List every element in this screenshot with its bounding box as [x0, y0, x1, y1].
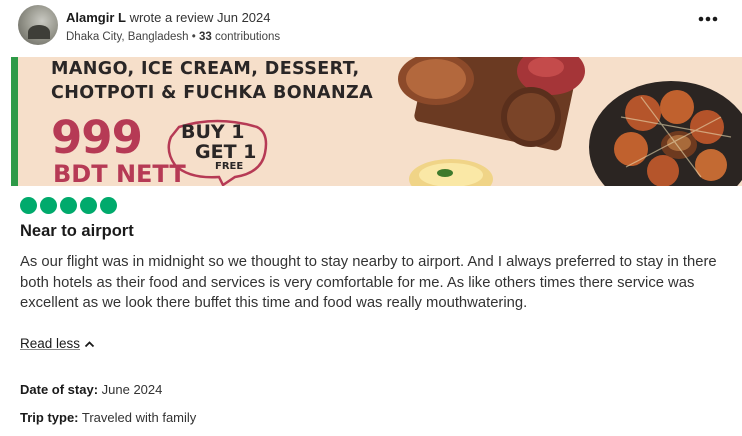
review-photo-banner[interactable]: MANGO, ICE CREAM, DESSERT, CHOTPOTI & FU… — [11, 57, 742, 186]
date-of-stay-value: June 2024 — [98, 382, 163, 397]
banner-headline: MANGO, ICE CREAM, DESSERT, CHOTPOTI & FU… — [51, 57, 373, 105]
bogo-line3: FREE — [215, 161, 244, 172]
date-of-stay-label: Date of stay: — [20, 382, 99, 397]
date-of-stay: Date of stay: June 2024 — [20, 382, 162, 397]
review-title: Near to airport — [20, 222, 134, 240]
reviewer-name-link[interactable]: Alamgir L — [66, 10, 126, 25]
banner-headline-line2: CHOTPOTI & FUCHKA BONANZA — [51, 83, 374, 103]
trip-type: Trip type: Traveled with family — [20, 410, 196, 425]
contributions-count: 33 — [198, 31, 212, 43]
banner-accent-bar — [11, 57, 18, 186]
read-less-label: Read less — [20, 336, 81, 351]
contributions-label: contributions — [211, 31, 281, 43]
read-less-button[interactable]: Read less — [20, 336, 95, 351]
rating-bubble-icon — [100, 197, 117, 214]
more-options-button[interactable] — [692, 8, 724, 30]
review-action-text: wrote a review Jun 2024 — [125, 10, 271, 25]
chevron-up-icon — [84, 340, 95, 347]
bogo-line1: BUY 1 — [181, 121, 245, 143]
rating-bubble-icon — [80, 197, 97, 214]
reviewer-meta: Dhaka City, Bangladesh • 33 contribution… — [66, 31, 280, 43]
reviewer-avatar[interactable] — [18, 5, 58, 45]
more-horizontal-icon — [698, 16, 718, 22]
review-body: As our flight was in midnight so we thou… — [20, 254, 717, 311]
banner-headline-line1: MANGO, ICE CREAM, DESSERT, — [51, 59, 360, 79]
rating-bubble-icon — [20, 197, 37, 214]
bogo-line2: GET 1 — [195, 141, 257, 163]
rating-bubble-icon — [60, 197, 77, 214]
rating-bubbles — [20, 197, 117, 215]
review-header: Alamgir L wrote a review Jun 2024 Dhaka … — [0, 0, 742, 56]
trip-type-value: Traveled with family — [78, 410, 197, 425]
reviewer-line: Alamgir L wrote a review Jun 2024 — [66, 10, 271, 25]
rating-bubble-icon — [40, 197, 57, 214]
reviewer-location: Dhaka City, Bangladesh — [66, 31, 189, 43]
trip-type-label: Trip type: — [20, 410, 79, 425]
meta-separator: • — [188, 31, 199, 43]
banner-price: 999 — [51, 111, 143, 164]
food-photo-illustration — [398, 57, 742, 186]
